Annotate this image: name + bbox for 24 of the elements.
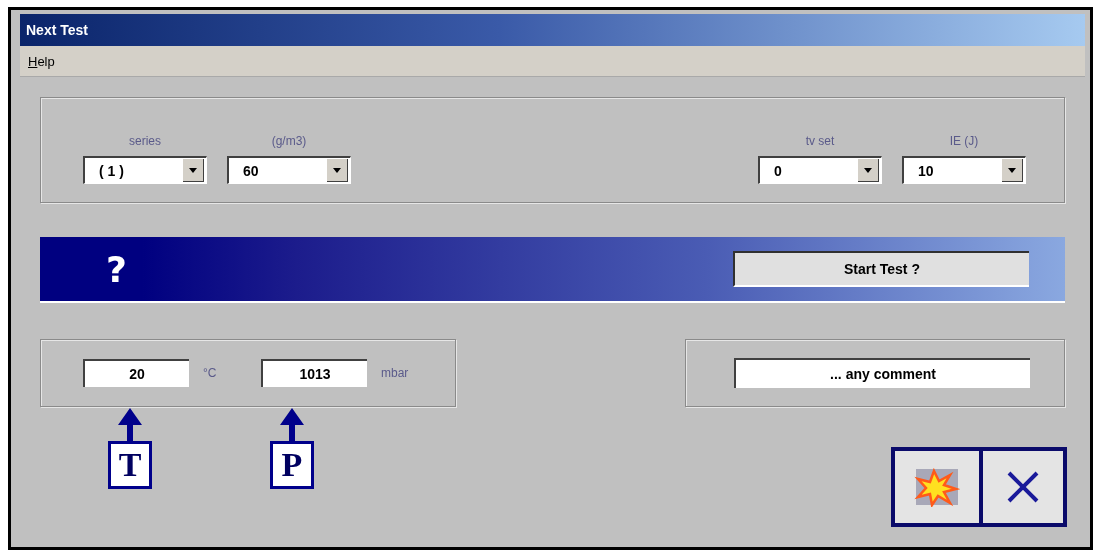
dropdown[interactable]: ( 1 ) — [83, 156, 207, 184]
question-mark: ? — [106, 248, 127, 290]
arrow-up-icon — [117, 407, 143, 441]
input-field[interactable]: 20 — [83, 359, 189, 387]
dropdown[interactable]: 0 — [758, 156, 882, 184]
window-title: Next Test — [20, 14, 1085, 46]
field-label: tv set — [805, 134, 835, 148]
comment-field[interactable]: ... any comment — [734, 358, 1030, 388]
field-label: series — [129, 134, 161, 148]
unit-label: mbar — [381, 366, 410, 380]
unit-label: °C — [203, 366, 218, 380]
explosion-icon — [914, 467, 960, 507]
arrow-up-icon — [279, 407, 305, 441]
input-field[interactable]: 1013 — [261, 359, 367, 387]
close-icon — [1005, 469, 1041, 505]
start-test-button[interactable]: Start Test ? — [733, 251, 1029, 287]
field-label: (g/m3) — [271, 134, 307, 148]
close-button[interactable] — [979, 451, 1063, 523]
dropdown[interactable]: 10 — [902, 156, 1026, 184]
field-label: IE (J) — [949, 134, 979, 148]
dropdown[interactable]: 60 — [227, 156, 351, 184]
callout-label: P — [270, 441, 314, 489]
callout-label: T — [108, 441, 152, 489]
menu-item[interactable]: Help — [28, 53, 55, 69]
